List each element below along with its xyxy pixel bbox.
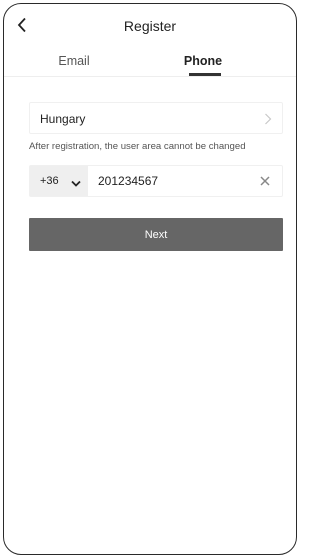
active-tab-indicator	[189, 73, 221, 76]
phone-frame: Register Email Phone Hungary After regis…	[3, 3, 297, 555]
tab-email[interactable]: Email	[29, 54, 119, 68]
next-button[interactable]: Next	[29, 218, 283, 251]
country-code-selector[interactable]: +36	[30, 166, 88, 196]
phone-number-row: +36	[29, 165, 283, 197]
country-selector[interactable]: Hungary	[29, 102, 283, 134]
header: Register	[4, 4, 296, 48]
tab-bar: Email Phone	[4, 48, 296, 77]
chevron-right-icon	[264, 112, 272, 130]
close-icon[interactable]	[258, 174, 272, 188]
tab-phone[interactable]: Phone	[158, 54, 248, 68]
region-hint-text: After registration, the user area cannot…	[29, 141, 246, 152]
page-title: Register	[123, 18, 177, 34]
country-name: Hungary	[40, 112, 86, 126]
chevron-down-icon	[71, 175, 81, 193]
country-code-label: +36	[40, 175, 59, 187]
phone-number-input[interactable]	[98, 171, 248, 191]
